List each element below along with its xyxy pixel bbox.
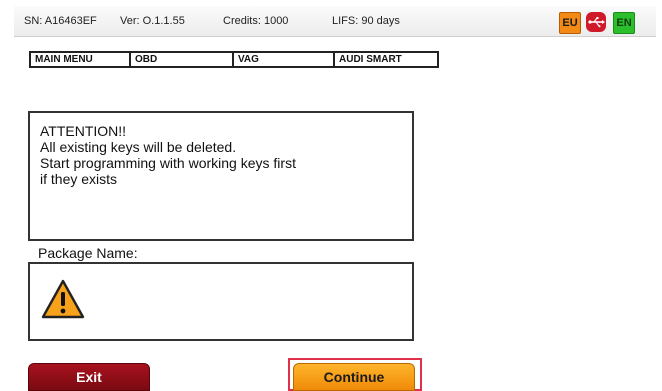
package-name-label: Package Name: [38,245,138,261]
serial-number: SN: A16463EF [24,15,97,27]
continue-button[interactable]: Continue [293,363,415,391]
message-line: if they exists [40,171,118,187]
exit-button[interactable]: Exit [28,363,150,391]
usb-symbol [588,17,605,28]
message-line: All existing keys will be deleted. [40,139,237,155]
package-name-box [28,262,414,341]
lifs-label: LIFS: 90 days [332,15,400,27]
credits-label: Credits: 1000 [223,15,289,27]
region-flag-eu[interactable]: EU [559,12,581,34]
attention-title: ATTENTION!! [40,123,127,139]
breadcrumb: MAIN MENU OBD VAG AUDI SMART [29,51,439,68]
breadcrumb-audi-smart[interactable]: AUDI SMART [335,53,437,66]
breadcrumb-main-menu[interactable]: MAIN MENU [31,53,131,66]
message-line: Start programming with working keys firs… [40,155,296,171]
status-bar: SN: A16463EF Ver: O.1.1.55 Credits: 1000… [14,6,656,37]
version-label: Ver: O.1.1.55 [120,15,185,27]
attention-message-box: ATTENTION!! All existing keys will be de… [28,111,414,241]
breadcrumb-vag[interactable]: VAG [234,53,335,66]
usb-icon [586,12,606,32]
language-flag-en[interactable]: EN [613,12,635,34]
breadcrumb-obd[interactable]: OBD [131,53,234,66]
warning-icon [41,279,85,319]
